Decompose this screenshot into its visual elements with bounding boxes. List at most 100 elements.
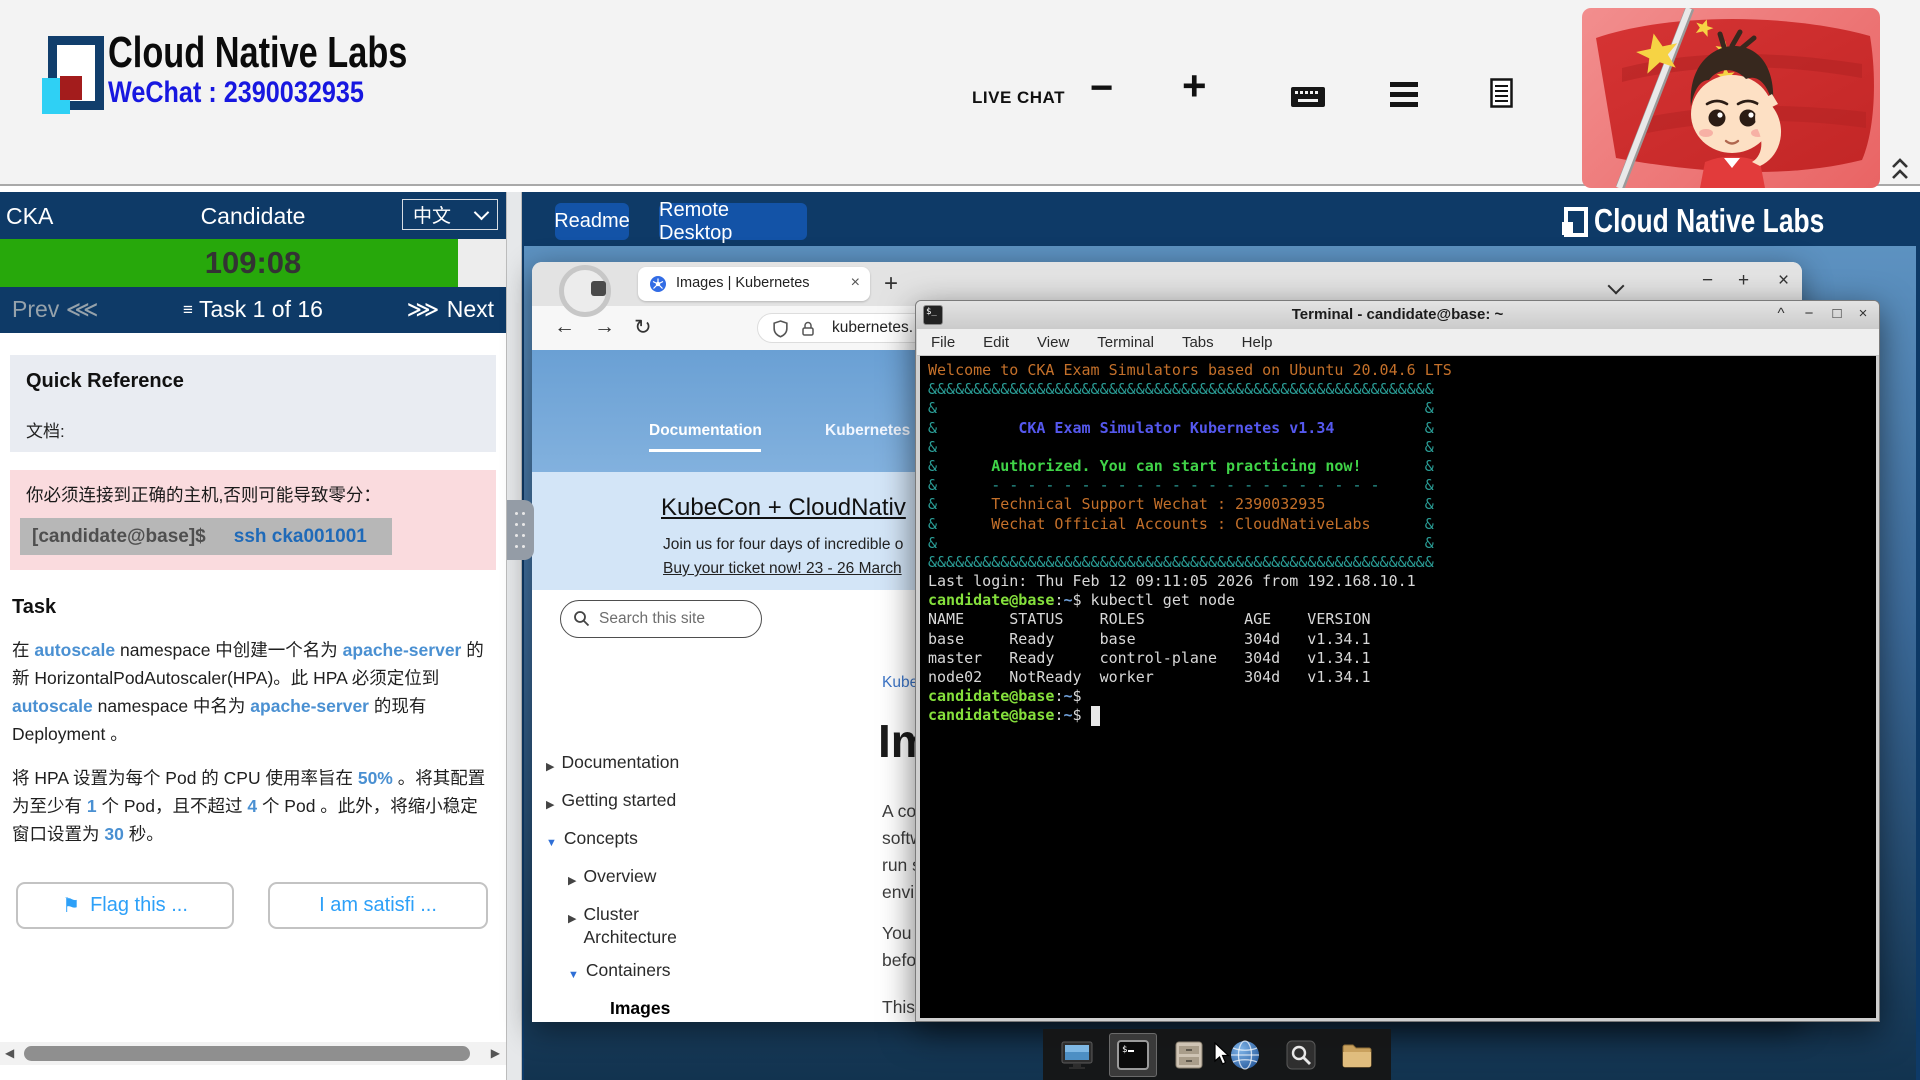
terminal-menu-file[interactable]: File [931, 334, 955, 351]
top-header: Cloud Native Labs WeChat : 2390032935 LI… [0, 0, 1920, 186]
active-nav-underline [649, 449, 761, 452]
tab-title: Images | Kubernetes [676, 275, 810, 291]
zoom-in-button[interactable]: + [1182, 62, 1207, 110]
zoom-out-button[interactable]: − [1090, 66, 1113, 111]
terminal-menu-tabs[interactable]: Tabs [1182, 334, 1214, 351]
host-warning-box: 你必须连接到正确的主机,否则可能导致零分： [candidate@base]$ … [10, 470, 496, 570]
kubecon-heading-link[interactable]: KubeCon + CloudNativ [661, 494, 906, 522]
quick-reference-heading: Quick Reference [26, 370, 480, 393]
file-manager-icon[interactable] [1165, 1033, 1213, 1077]
site-nav-documentation[interactable]: Documentation [649, 422, 762, 440]
browser-minimize-button[interactable]: − [1702, 270, 1713, 292]
kubecon-text: Join us for four days of incredible o [663, 536, 903, 554]
cloud-native-labs-logo-icon [42, 34, 100, 114]
docs-tree-item-containers[interactable]: ▼Containers [532, 954, 727, 992]
scroll-left-arrow-icon[interactable]: ◀ [5, 1046, 14, 1060]
tab-remote-desktop[interactable]: Remote Desktop [659, 203, 807, 240]
browser-maximize-button[interactable]: + [1738, 270, 1749, 292]
live-chat-button[interactable]: LIVE CHAT [972, 88, 1065, 108]
mouse-cursor-icon [1214, 1042, 1231, 1066]
satisfied-button[interactable]: I am satisfi ... [268, 882, 488, 929]
docs-tree-item-documentation[interactable]: ▶Documentation [532, 746, 727, 784]
timer-value: 109:08 [0, 245, 506, 281]
kubecon-ticket-link[interactable]: Buy your ticket now! 23 - 26 March [663, 560, 902, 578]
docs-label: 文档: [26, 417, 480, 442]
docs-tree-item-images[interactable]: Images [532, 992, 727, 1022]
terminal-emulator-icon[interactable]: $ [1109, 1033, 1157, 1077]
terminal-close-button[interactable]: × [1853, 305, 1873, 322]
triangle-down-icon[interactable]: ▼ [546, 827, 557, 855]
terminal-screen[interactable]: Welcome to CKA Exam Simulators based on … [920, 356, 1876, 1018]
triangle-right-icon[interactable]: ▶ [546, 751, 554, 779]
quick-reference-box: Quick Reference 文档: [10, 355, 496, 452]
docs-breadcrumb-link[interactable]: Kube [882, 674, 918, 692]
chevron-down-icon [474, 205, 490, 221]
task-heading: Task [12, 596, 56, 619]
panel-collapse-handle[interactable] [507, 500, 534, 560]
browser-extension-badge-icon[interactable] [591, 281, 606, 296]
tab-readme[interactable]: Readme [555, 203, 629, 240]
document-icon[interactable] [1490, 78, 1513, 108]
terminal-cursor [1091, 706, 1100, 725]
menu-hamburger-icon[interactable] [1390, 82, 1418, 112]
next-task-button[interactable]: ⋙ Next [407, 296, 494, 323]
brand-wechat-line: WeChat : 2390032935 [108, 76, 364, 110]
terminal-rollup-button[interactable]: ^ [1771, 305, 1791, 322]
site-nav-kubernetes[interactable]: Kubernetes [825, 422, 910, 440]
exam-sidebar: CKA Candidate 中文 109:08 Prev ⋘ ≡Task 1 o… [0, 192, 506, 1080]
task-list-icon[interactable]: ≡ [183, 300, 193, 319]
tab-list-chevron-icon[interactable] [1608, 278, 1625, 295]
terminal-menu-edit[interactable]: Edit [983, 334, 1009, 351]
panel-brand: Cloud Native Labs [1562, 202, 1882, 240]
search-icon [573, 610, 590, 627]
virtual-keyboard-icon[interactable] [1290, 86, 1326, 108]
search-placeholder: Search this site [599, 610, 705, 628]
panel-brand-title: Cloud Native Labs [1594, 202, 1824, 240]
sidebar-header: CKA Candidate 中文 [0, 192, 506, 239]
docs-search-input[interactable]: Search this site [560, 600, 762, 638]
kubernetes-favicon [650, 276, 666, 292]
triangle-right-icon[interactable]: ▶ [568, 865, 576, 893]
ssh-command-text[interactable]: ssh cka001001 [234, 526, 367, 548]
exam-timer-bar: 109:08 [0, 239, 506, 287]
remote-desktop-screen[interactable]: Images | Kubernetes × + − + × ← → ↻ [524, 246, 1916, 1080]
terminal-minimize-button[interactable]: − [1799, 305, 1819, 322]
task-paragraph: 将 HPA 设置为每个 Pod 的 CPU 使用率旨在 50% 。将其配置为至少… [12, 764, 494, 848]
terminal-maximize-button[interactable]: □ [1827, 305, 1847, 322]
docs-paragraph: This [882, 994, 915, 1021]
scrollbar-thumb[interactable] [24, 1046, 470, 1061]
triangle-down-icon[interactable]: ▼ [568, 959, 579, 987]
docs-tree-item-getting-started[interactable]: ▶Getting started [532, 784, 727, 822]
terminal-titlebar[interactable]: $_ Terminal - candidate@base: ~ ^ − □ × [916, 301, 1879, 329]
folder-icon[interactable] [1333, 1033, 1381, 1077]
collapse-header-chevrons-icon[interactable] [1890, 156, 1910, 182]
terminal-menu-view[interactable]: View [1037, 334, 1069, 351]
language-value: 中文 [413, 201, 451, 228]
triangle-right-icon[interactable]: ▶ [546, 789, 554, 817]
forward-button[interactable]: → [594, 315, 615, 339]
browser-close-button[interactable]: × [1778, 270, 1789, 292]
back-button[interactable]: ← [554, 315, 575, 339]
remote-desktop-panel: Readme Remote Desktop Cloud Native Labs [522, 192, 1920, 1080]
flag-icon: ⚑ [62, 893, 80, 918]
docs-navigation-tree: ▶Documentation▶Getting started▼Concepts▶… [532, 746, 727, 1022]
terminal-menu-help[interactable]: Help [1242, 334, 1273, 351]
panel-divider [506, 192, 522, 1080]
docs-tree-item-cluster-architecture[interactable]: ▶Cluster Architecture [532, 898, 727, 954]
display-settings-icon[interactable] [1053, 1033, 1101, 1077]
terminal-menu-terminal[interactable]: Terminal [1097, 334, 1154, 351]
horizontal-scrollbar[interactable]: ◀ ▶ [0, 1042, 506, 1065]
browser-active-tab[interactable]: Images | Kubernetes × [638, 267, 870, 301]
app-finder-icon[interactable] [1277, 1033, 1325, 1077]
cloud-native-labs-mini-logo-icon [1562, 207, 1586, 235]
terminal-title: Terminal - candidate@base: ~ [916, 306, 1879, 323]
new-tab-button[interactable]: + [884, 270, 898, 298]
flag-task-button[interactable]: ⚑ Flag this ... [16, 882, 234, 929]
reload-button[interactable]: ↻ [634, 315, 652, 340]
docs-tree-item-overview[interactable]: ▶Overview [532, 860, 727, 898]
docs-tree-item-concepts[interactable]: ▼Concepts [532, 822, 727, 860]
scroll-right-arrow-icon[interactable]: ▶ [491, 1046, 500, 1060]
triangle-right-icon[interactable]: ▶ [568, 903, 576, 949]
language-select[interactable]: 中文 [402, 199, 498, 230]
tab-close-icon[interactable]: × [851, 274, 860, 292]
